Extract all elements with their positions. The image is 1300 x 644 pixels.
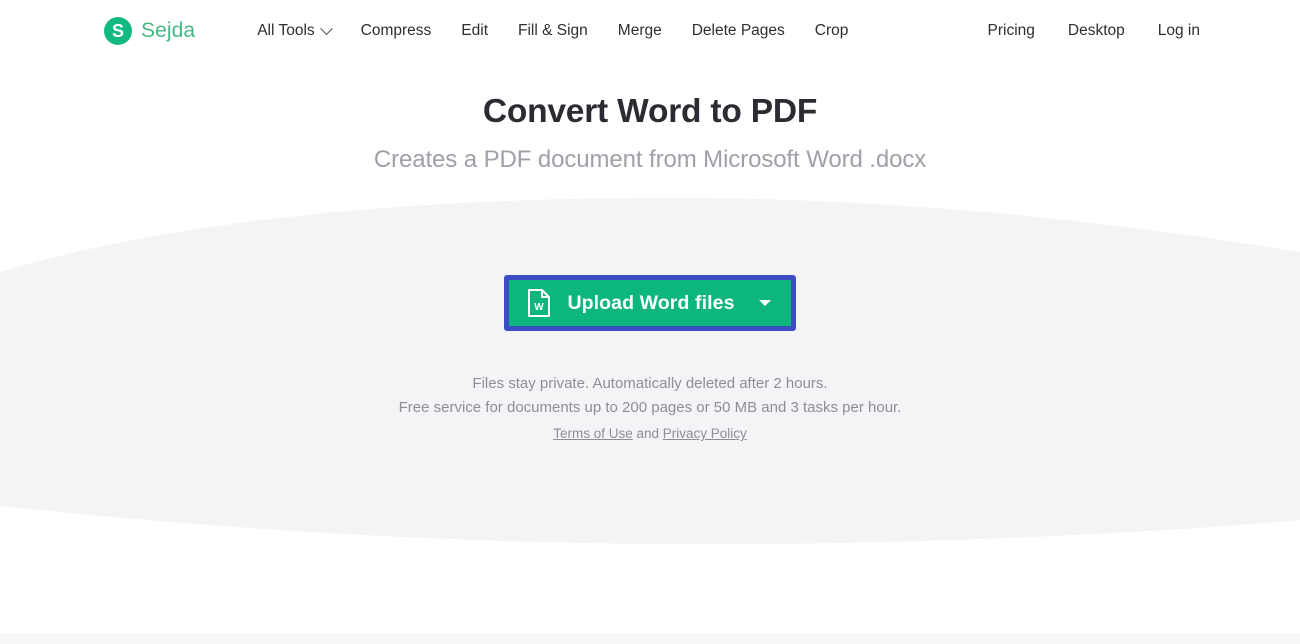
nav-item-label: Fill & Sign [518,22,588,39]
brand-logo-link[interactable]: S Sejda [104,17,195,45]
primary-navigation: All Tools Compress Edit Fill & Sign Merg… [257,21,849,40]
nav-item-label: Compress [360,22,432,39]
nav-item-label: Pricing [987,22,1035,39]
upload-section: W Upload Word files [0,275,1300,332]
nav-item-delete-pages[interactable]: Delete Pages [692,22,785,40]
nav-item-pricing[interactable]: Pricing [988,22,1035,40]
nav-item-crop[interactable]: Crop [815,22,849,40]
nav-item-all-tools[interactable]: All Tools [257,21,333,40]
nav-item-compress[interactable]: Compress [361,22,432,40]
sejda-circle-logo-icon: S [104,17,132,45]
secondary-navigation: Pricing Desktop Log in [988,22,1201,40]
nav-item-label: Log in [1157,22,1200,39]
word-document-icon: W [527,289,551,318]
site-header: S Sejda All Tools Compress Edit Fill & S… [0,0,1300,62]
privacy-note-line: Files stay private. Automatically delete… [472,375,828,393]
brand-name: Sejda [141,19,196,42]
caret-down-icon[interactable] [759,300,771,307]
nav-item-log-in[interactable]: Log in [1158,22,1200,40]
page-subtitle: Creates a PDF document from Microsoft Wo… [373,146,927,174]
brand-logo-letter: S [111,21,124,41]
nav-item-fill-and-sign[interactable]: Fill & Sign [518,22,588,40]
legal-conjunction: and [632,426,663,442]
nav-item-edit[interactable]: Edit [461,22,488,40]
privacy-policy-link[interactable]: Privacy Policy [663,426,747,441]
limits-note-line: Free service for documents up to 200 pag… [398,398,902,416]
service-notes: Files stay private. Automatically delete… [0,372,1300,419]
nav-item-label: Merge [617,22,662,39]
nav-item-label: Edit [461,22,489,39]
legal-links: Terms of Use and Privacy Policy [0,426,1300,441]
nav-item-desktop[interactable]: Desktop [1068,22,1125,40]
svg-text:W: W [534,302,544,313]
hero-section: Convert Word to PDF Creates a PDF docume… [0,62,1300,174]
nav-item-merge[interactable]: Merge [618,22,662,40]
nav-item-label: Delete Pages [691,22,785,39]
nav-item-label: All Tools [257,22,315,39]
chevron-down-icon [319,21,333,35]
nav-item-label: Crop [814,22,849,39]
nav-item-label: Desktop [1067,22,1125,39]
bottom-band [0,633,1300,644]
upload-word-files-button[interactable]: W Upload Word files [504,275,796,332]
terms-of-use-link[interactable]: Terms of Use [553,426,633,441]
page-title: Convert Word to PDF [482,93,818,130]
upload-button-label: Upload Word files [567,291,735,314]
